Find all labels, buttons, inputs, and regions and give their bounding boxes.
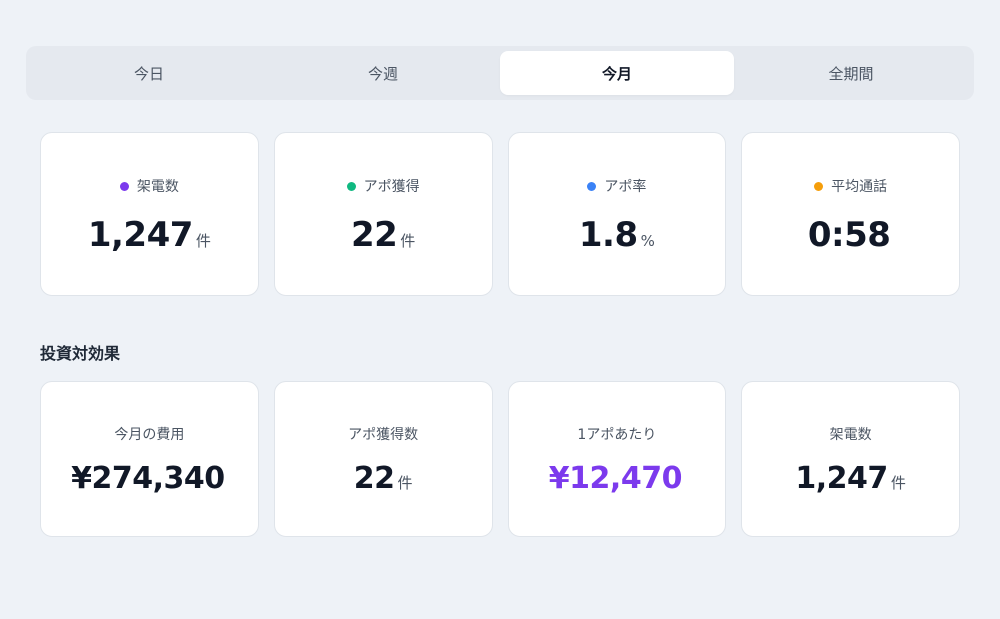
- roi-value: 22: [353, 461, 395, 496]
- stat-card-avg-call: 平均通話 0:58: [741, 132, 960, 296]
- status-dot-icon: [587, 181, 597, 191]
- stat-label-text: アポ率: [604, 179, 647, 195]
- roi-label: アポ獲得数: [348, 425, 418, 443]
- roi-value-line: 22 件: [354, 461, 413, 496]
- stat-value: 0:58: [807, 215, 891, 255]
- roi-card-monthly-cost: 今月の費用 ¥274,340: [40, 381, 259, 537]
- roi-value: ¥12,470: [548, 461, 683, 496]
- stat-value-line: 1,247 件: [88, 215, 211, 255]
- section-title-roi: 投資対効果: [40, 344, 121, 363]
- roi-card-cost-per-appointment: 1アポあたり ¥12,470: [507, 381, 727, 537]
- stat-label: アポ率: [587, 177, 646, 195]
- status-dot-icon: [346, 181, 356, 191]
- stat-card-appointment-rate: アポ率 1.8 %: [507, 132, 727, 296]
- tab-this-week[interactable]: 今週: [266, 51, 500, 95]
- stat-label: アポ獲得: [346, 177, 420, 195]
- roi-unit: 件: [890, 474, 906, 492]
- tab-today[interactable]: 今日: [32, 51, 266, 95]
- status-dot-icon: [814, 181, 824, 191]
- roi-card-appointment-count: アポ獲得数 22 件: [273, 381, 493, 537]
- stat-value-line: 1.8 %: [579, 215, 655, 255]
- roi-label-text: 1アポあたり: [577, 427, 657, 443]
- tab-all-time[interactable]: 全期間: [734, 51, 968, 95]
- status-dot-icon: [119, 181, 129, 191]
- roi-label: 今月の費用: [114, 425, 184, 443]
- stat-value-line: 0:58: [808, 215, 894, 255]
- stat-label-text: 架電数: [136, 179, 179, 195]
- roi-value-line: 1,247 件: [795, 461, 905, 496]
- roi-label-text: 今月の費用: [114, 427, 185, 443]
- stat-label: 架電数: [119, 177, 179, 195]
- stat-value-line: 22 件: [351, 215, 415, 255]
- stat-label-text: 平均通話: [831, 179, 888, 195]
- stat-card-appointments: アポ獲得 22 件: [273, 132, 493, 296]
- tab-this-month[interactable]: 今月: [500, 51, 734, 95]
- stat-value: 1.8: [578, 215, 638, 255]
- roi-label-text: アポ獲得数: [348, 427, 419, 443]
- roi-card-calls: 架電数 1,247 件: [741, 381, 960, 537]
- stat-value: 1,247: [87, 215, 194, 255]
- roi-label: 1アポあたり: [577, 425, 656, 443]
- roi-label: 架電数: [830, 425, 872, 443]
- stats-row: 架電数 1,247 件 アポ獲得 22 件 アポ率 1.8 % 平均通話 0:5…: [40, 132, 960, 296]
- stat-unit: 件: [400, 232, 416, 250]
- stat-card-calls: 架電数 1,247 件: [40, 132, 259, 296]
- period-tabs: 今日 今週 今月 全期間: [26, 46, 974, 100]
- stat-unit: %: [640, 232, 655, 250]
- roi-label-text: 架電数: [829, 427, 872, 443]
- roi-value-line: ¥274,340: [71, 461, 228, 496]
- stat-unit: 件: [195, 232, 211, 250]
- roi-unit: 件: [397, 474, 413, 492]
- roi-row: 今月の費用 ¥274,340 アポ獲得数 22 件 1アポあたり ¥12,470…: [40, 381, 960, 537]
- roi-value: ¥274,340: [71, 461, 225, 496]
- roi-value-line: ¥12,470: [549, 461, 685, 496]
- stat-value: 22: [350, 215, 398, 255]
- roi-value: 1,247: [795, 461, 888, 496]
- stat-label: 平均通話: [814, 177, 887, 195]
- stat-label-text: アポ獲得: [363, 179, 420, 195]
